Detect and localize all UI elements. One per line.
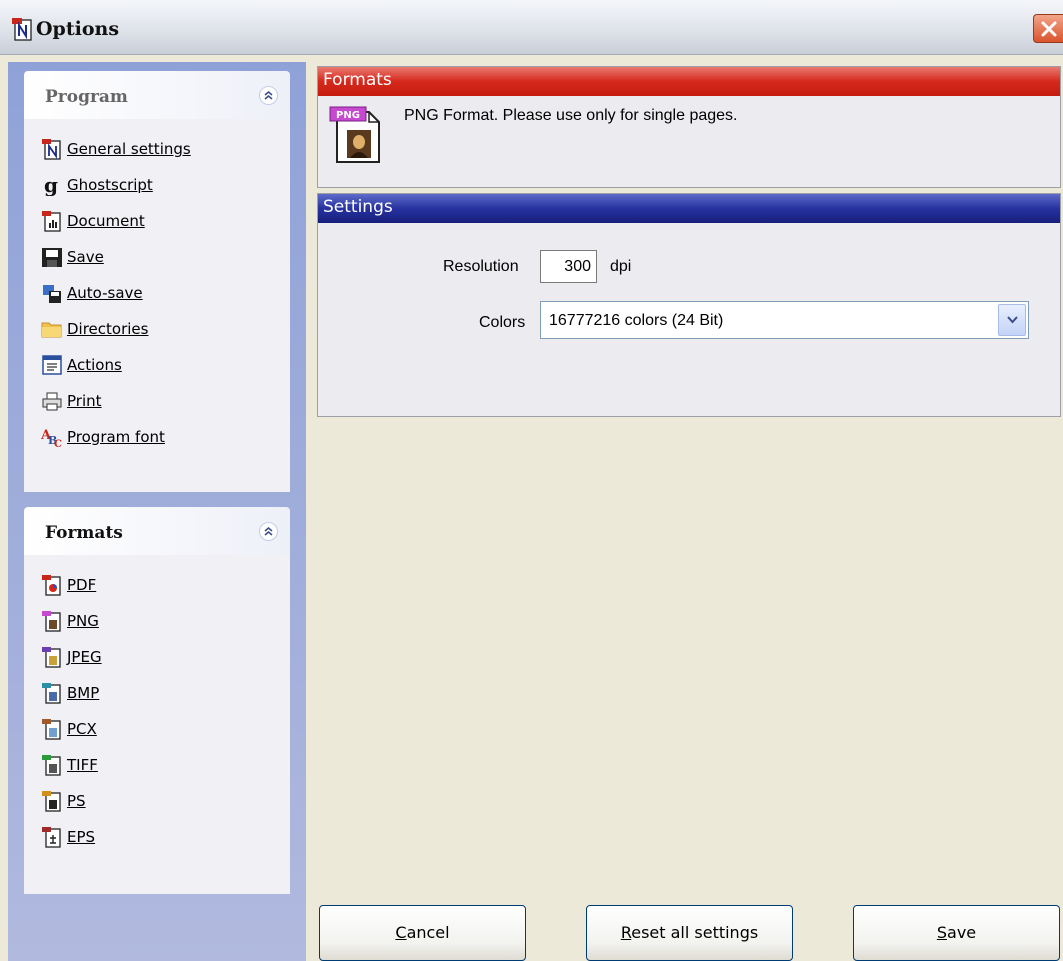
nav-label: Save (67, 248, 104, 266)
font-icon: A B C (41, 428, 62, 448)
document-icon (42, 211, 61, 232)
settings-panel: Settings Resolution dpi Colors 16777216 … (317, 193, 1061, 417)
format-png[interactable]: PNG (24, 603, 290, 639)
nav-save[interactable]: Save (24, 239, 290, 275)
eps-file-icon (42, 827, 61, 848)
pdf-file-icon (42, 575, 61, 596)
resolution-input[interactable] (540, 250, 597, 283)
cancel-button[interactable]: Cancel (319, 905, 526, 961)
bmp-file-icon (42, 683, 61, 704)
resolution-unit: dpi (610, 258, 632, 275)
chevron-up-icon (264, 527, 273, 536)
program-group-body: General settings g Ghostscript Document (24, 119, 290, 492)
window-title: Options (36, 18, 120, 40)
png-format-icon: PNG (329, 106, 383, 169)
nav-label: PCX (67, 720, 97, 738)
format-bmp[interactable]: BMP (24, 675, 290, 711)
tiff-file-icon (42, 755, 61, 776)
nav-ghostscript[interactable]: g Ghostscript (24, 167, 290, 203)
chevron-down-icon (1007, 316, 1018, 324)
format-ps[interactable]: PS (24, 783, 290, 819)
close-icon (1041, 21, 1057, 37)
format-description: PNG Format. Please use only for single p… (404, 107, 738, 124)
folder-icon (41, 322, 62, 338)
nav-label: PDF (67, 576, 97, 594)
format-jpeg[interactable]: JPEG (24, 639, 290, 675)
reset-label: eset all settings (631, 923, 759, 942)
chevron-up-icon (264, 91, 273, 100)
settings-panel-header: Settings (318, 194, 1060, 223)
formats-group-body: PDF PNG JPEG BMP PCX TIFF PS EPS (24, 555, 290, 894)
save-button[interactable]: Save (853, 905, 1060, 961)
resolution-label: Resolution (443, 258, 519, 275)
colors-label: Colors (479, 314, 526, 331)
jpeg-file-icon (42, 647, 61, 668)
nav-program-font[interactable]: A B C Program font (24, 419, 290, 455)
format-pdf[interactable]: PDF (24, 567, 290, 603)
format-eps[interactable]: EPS (24, 819, 290, 855)
nav-label: PNG (67, 612, 99, 630)
nav-label: EPS (67, 828, 96, 846)
printer-icon (42, 392, 62, 411)
svg-text:g: g (44, 174, 58, 196)
formats-group-title: Formats (45, 523, 123, 543)
svg-text:C: C (54, 439, 62, 448)
nav-label: Auto-save (67, 284, 143, 302)
nav-general-settings[interactable]: General settings (24, 131, 290, 167)
formats-panel-header: Formats (318, 67, 1060, 96)
task-pane: Program General settings g Ghostscript D… (8, 62, 306, 961)
nav-label: BMP (67, 684, 100, 702)
save-icon (42, 248, 62, 267)
nav-label: Directories (67, 320, 149, 338)
nav-label: JPEG (67, 648, 102, 666)
save-label: ave (947, 923, 977, 942)
formats-panel: Formats PNG PNG Format. Please use only … (317, 66, 1061, 188)
format-badge-text: PNG (336, 110, 360, 121)
program-group-title: Program (45, 87, 128, 107)
reset-all-settings-button[interactable]: Reset all settings (586, 905, 793, 961)
nav-label: Actions (67, 356, 122, 374)
pcx-file-icon (42, 719, 61, 740)
nav-print[interactable]: Print (24, 383, 290, 419)
format-pcx[interactable]: PCX (24, 711, 290, 747)
nav-auto-save[interactable]: Auto-save (24, 275, 290, 311)
collapse-program-button[interactable] (259, 86, 278, 105)
close-button[interactable] (1033, 14, 1063, 43)
title-bar: Options (0, 0, 1063, 55)
nav-actions[interactable]: Actions (24, 347, 290, 383)
nav-directories[interactable]: Directories (24, 311, 290, 347)
formats-group-header[interactable]: Formats (24, 507, 290, 555)
nav-document[interactable]: Document (24, 203, 290, 239)
nav-label: Ghostscript (67, 176, 153, 194)
colors-dropdown[interactable]: 16777216 colors (24 Bit) (540, 301, 1029, 339)
png-file-icon (42, 611, 61, 632)
save-mnemonic: S (936, 923, 948, 942)
ps-file-icon (42, 791, 61, 812)
nav-label: PS (67, 792, 86, 810)
cancel-mnemonic: C (395, 923, 407, 942)
auto-save-icon (43, 285, 61, 303)
reset-mnemonic: R (620, 923, 632, 942)
nav-label: TIFF (67, 756, 98, 774)
nav-label: General settings (67, 140, 191, 158)
general-settings-icon (42, 139, 61, 160)
actions-icon (42, 355, 62, 375)
nav-label: Document (67, 212, 145, 230)
nav-label: Print (67, 392, 102, 410)
program-group: Program General settings g Ghostscript D… (24, 71, 290, 492)
program-group-header[interactable]: Program (24, 71, 290, 119)
formats-group: Formats PDF PNG JPEG BMP PCX TIFF PS EPS (24, 507, 290, 894)
format-tiff[interactable]: TIFF (24, 747, 290, 783)
colors-dropdown-button[interactable] (998, 304, 1026, 336)
cancel-label: ancel (406, 923, 450, 942)
app-icon (11, 17, 33, 46)
ghostscript-icon: g (44, 174, 58, 196)
nav-label: Program font (67, 428, 165, 446)
colors-selected-value: 16777216 colors (24 Bit) (549, 312, 724, 329)
collapse-formats-button[interactable] (259, 522, 278, 541)
